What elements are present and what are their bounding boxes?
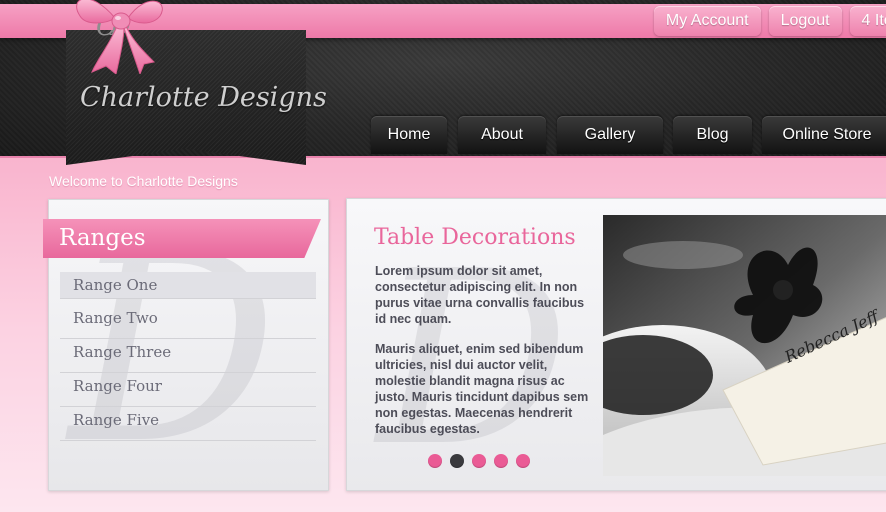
nav-gallery[interactable]: Gallery [557,116,663,154]
range-list: Range One Range Two Range Three Range Fo… [60,272,316,441]
slider-dot-5[interactable] [516,454,530,468]
slider-dots [428,454,530,468]
bow-icon [76,0,163,74]
range-item-two[interactable]: Range Two [60,305,316,339]
feature-photo: Rebecca Jeff [603,215,886,476]
feature-panel: D Table Decorations Lorem ipsum dolor si… [346,198,886,491]
slider-dot-4[interactable] [494,454,508,468]
slider-dot-2[interactable] [450,454,464,468]
range-item-four[interactable]: Range Four [60,373,316,407]
range-item-three[interactable]: Range Three [60,339,316,373]
range-item-one[interactable]: Range One [60,272,316,299]
feature-title: Table Decorations [374,225,576,250]
slider-dot-1[interactable] [428,454,442,468]
nav-about[interactable]: About [458,116,546,154]
range-item-five[interactable]: Range Five [60,407,316,441]
logo-text: Charlotte Designs [80,82,327,113]
logout-button[interactable]: Logout [768,6,842,36]
nav-home[interactable]: Home [371,116,447,154]
my-account-button[interactable]: My Account [653,6,761,36]
nav-blog[interactable]: Blog [673,116,752,154]
ranges-title: Ranges [59,225,146,251]
cart-items-button[interactable]: 4 Items [849,6,886,36]
feature-paragraph-2: Mauris aliquet, enim sed bibendum ultric… [375,342,589,436]
feature-paragraph-1: Lorem ipsum dolor sit amet, consectetur … [375,264,585,326]
welcome-text: Welcome to Charlotte Designs [49,173,238,189]
ranges-sidebar: D Ranges Range One Range Two Range Three… [43,199,329,491]
slider-dot-3[interactable] [472,454,486,468]
ranges-header: Ranges [43,219,321,258]
nav-online-store[interactable]: Online Store [762,116,886,154]
account-bar: My Account Logout 4 Items [653,6,886,36]
